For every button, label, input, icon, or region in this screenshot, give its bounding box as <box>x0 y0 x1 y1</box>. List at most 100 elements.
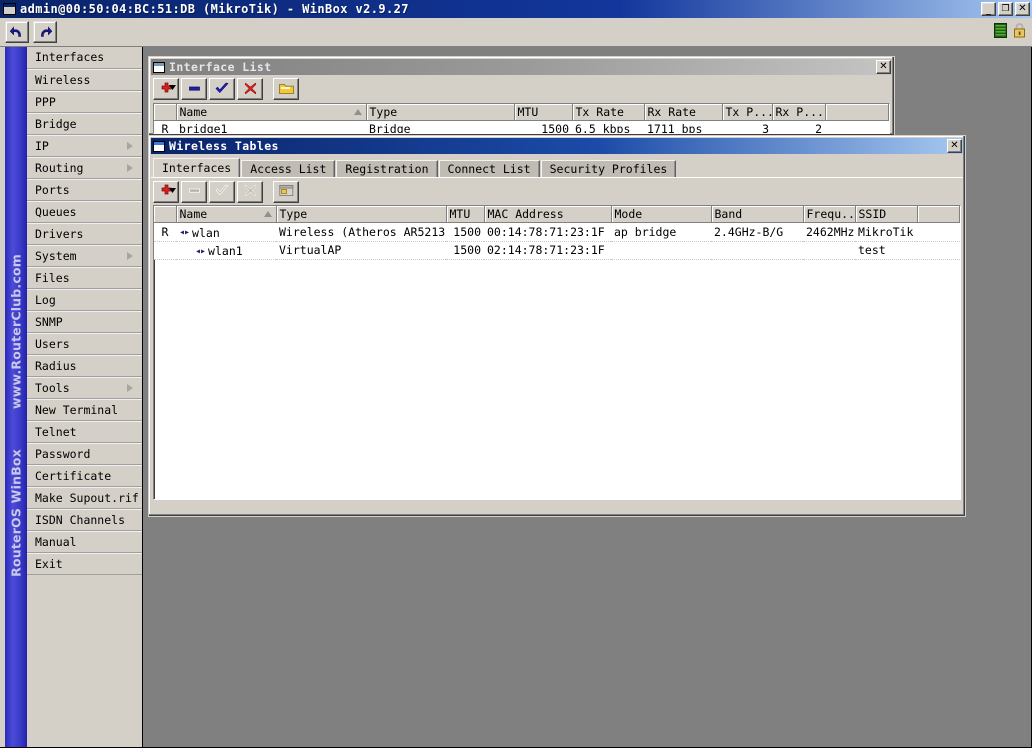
table-row[interactable]: R ◂▸ wlan Wireless (Atheros AR5213) 1500 00:1… <box>154 222 960 242</box>
submenu-arrow-icon <box>127 142 133 150</box>
interface-list-close-button[interactable]: ✕ <box>876 60 891 74</box>
tab-interfaces[interactable]: Interfaces <box>153 158 241 177</box>
sidebar-item-label: PPP <box>35 95 56 109</box>
wireless-tables-window[interactable]: Wireless Tables ✕ Interfaces Access List R… <box>148 135 966 517</box>
column-header-mtu[interactable]: MTU <box>446 206 485 223</box>
sidebar-item-routing[interactable]: Routing <box>27 157 142 179</box>
wireless-remove-button <box>181 180 207 203</box>
table-row[interactable]: ◂▸ wlan1 VirtualAP 1500 02:14:78:71:23:1F tes… <box>154 241 960 260</box>
sidebar-item-new-terminal[interactable]: New Terminal <box>27 399 142 421</box>
column-header-blank-0[interactable] <box>154 206 177 223</box>
interface-enable-button[interactable] <box>209 78 235 100</box>
sidebar-item-password[interactable]: Password <box>27 443 142 465</box>
sidebar-item-ports[interactable]: Ports <box>27 179 142 201</box>
row-name: ◂▸ wlan1 <box>176 241 276 260</box>
window-properties-icon <box>278 182 294 201</box>
interface-add-button[interactable] <box>153 78 179 100</box>
submenu-arrow-icon <box>127 252 133 260</box>
wireless-add-button[interactable] <box>153 180 179 203</box>
window-icon <box>153 61 165 73</box>
column-header-mtu[interactable]: MTU <box>514 104 573 121</box>
sidebar-item-ppp[interactable]: PPP <box>27 91 142 113</box>
sidebar-item-telnet[interactable]: Telnet <box>27 421 142 443</box>
sidebar-item-bridge[interactable]: Bridge <box>27 113 142 135</box>
sidebar-item-ip[interactable]: IP <box>27 135 142 157</box>
column-header-tx-p[interactable]: Tx P... <box>722 104 773 121</box>
sidebar-item-snmp[interactable]: SNMP <box>27 311 142 333</box>
column-header-mac-address[interactable]: MAC Address <box>484 206 612 223</box>
tab-security-profiles[interactable]: Security Profiles <box>540 160 677 177</box>
interface-list-body[interactable]: Rbridge1 Bridge 1500 6.5 kbps 1711 bps 3 2 <box>154 120 889 133</box>
column-header-blank-9[interactable] <box>917 206 960 223</box>
column-header-type[interactable]: Type <box>276 206 447 223</box>
branding-strip: www.RouterClub.com RouterOS WinBox <box>5 47 27 747</box>
column-header-blank-8[interactable] <box>825 104 889 121</box>
sidebar-item-label: Telnet <box>35 425 77 439</box>
sidebar-item-exit[interactable]: Exit <box>27 553 142 575</box>
sidebar-item-manual[interactable]: Manual <box>27 531 142 553</box>
close-button[interactable]: ✕ <box>1015 2 1030 16</box>
sidebar-item-make-supout-rif[interactable]: Make Supout.rif <box>27 487 142 509</box>
column-header-name[interactable]: Name <box>176 206 277 223</box>
sidebar-item-radius[interactable]: Radius <box>27 355 142 377</box>
row-spacer <box>917 241 960 260</box>
undo-button[interactable] <box>5 21 29 43</box>
tab-connect-list[interactable]: Connect List <box>438 160 540 177</box>
column-header-type[interactable]: Type <box>366 104 515 121</box>
sidebar-item-certificate[interactable]: Certificate <box>27 465 142 487</box>
interface-comment-button[interactable] <box>273 78 299 100</box>
row-flag <box>154 241 176 260</box>
column-header-band[interactable]: Band <box>711 206 804 223</box>
interface-list-title-bar[interactable]: Interface List ✕ <box>151 59 892 75</box>
interface-remove-button[interactable] <box>181 78 207 100</box>
column-header-tx-rate[interactable]: Tx Rate <box>572 104 645 121</box>
row-frequency <box>803 241 855 260</box>
sidebar-item-label: Make Supout.rif <box>35 491 139 505</box>
row-tx-rate: 6.5 kbps <box>572 120 644 133</box>
interface-list-window[interactable]: Interface List ✕ Name Type MTU Tx Rate R… <box>148 56 895 136</box>
sidebar-item-log[interactable]: Log <box>27 289 142 311</box>
column-header-ssid[interactable]: SSID <box>855 206 918 223</box>
sidebar-item-interfaces[interactable]: Interfaces <box>27 47 142 69</box>
wireless-table-header-row[interactable]: Name Type MTU MAC Address Mode Band Frequ...SS… <box>154 206 960 223</box>
minimize-button[interactable]: _ <box>981 2 996 16</box>
sidebar-item-system[interactable]: System <box>27 245 142 267</box>
row-spacer <box>917 222 960 242</box>
sidebar-item-wireless[interactable]: Wireless <box>27 69 142 91</box>
sidebar-item-label: Files <box>35 271 70 285</box>
sidebar-item-tools[interactable]: Tools <box>27 377 142 399</box>
wireless-tables-close-button[interactable]: ✕ <box>947 139 962 153</box>
interface-list-header-row[interactable]: Name Type MTU Tx Rate Rx Rate Tx P... Rx P... <box>154 104 889 121</box>
maximize-restore-button[interactable]: ❐ <box>998 2 1013 16</box>
wireless-table-body[interactable]: R ◂▸ wlan Wireless (Atheros AR5213) 1500 00:1… <box>154 222 960 260</box>
column-header-frequ[interactable]: Frequ... <box>803 206 856 223</box>
tab-registration[interactable]: Registration <box>336 160 438 177</box>
column-header-mode[interactable]: Mode <box>611 206 712 223</box>
sidebar-item-queues[interactable]: Queues <box>27 201 142 223</box>
column-header-name[interactable]: Name <box>176 104 367 121</box>
interface-disable-button[interactable] <box>237 78 263 100</box>
interface-list-table-container[interactable]: Name Type MTU Tx Rate Rx Rate Tx P... Rx P... … <box>153 103 890 134</box>
column-header-rx-rate[interactable]: Rx Rate <box>644 104 723 121</box>
window-controls: _ ❐ ✕ <box>981 2 1030 16</box>
submenu-arrow-icon <box>127 384 133 392</box>
row-name: ◂▸ wlan <box>176 222 276 242</box>
sidebar-item-label: SNMP <box>35 315 63 329</box>
tab-label: Security Profiles <box>549 162 668 176</box>
wireless-tables-title-bar[interactable]: Wireless Tables ✕ <box>151 138 963 154</box>
column-header-rx-p[interactable]: Rx P... <box>772 104 826 121</box>
column-header-label: MTU <box>449 207 471 221</box>
tab-access-list[interactable]: Access List <box>241 160 336 177</box>
redo-button[interactable] <box>33 21 57 43</box>
menu-list: Interfaces Wireless PPP Bridge IP Routing Port… <box>27 47 142 575</box>
wireless-enable-button <box>209 180 235 203</box>
row-rx-rate: 1711 bps <box>644 120 722 133</box>
row-flag: R <box>154 222 176 242</box>
column-header-blank-0[interactable] <box>154 104 177 121</box>
sidebar-item-files[interactable]: Files <box>27 267 142 289</box>
sidebar-item-drivers[interactable]: Drivers <box>27 223 142 245</box>
sidebar-item-isdn-channels[interactable]: ISDN Channels <box>27 509 142 531</box>
wireless-interfaces-table-container[interactable]: Name Type MTU MAC Address Mode Band Frequ...SS… <box>153 205 961 500</box>
table-row[interactable]: Rbridge1 Bridge 1500 6.5 kbps 1711 bps 3 2 <box>154 120 889 133</box>
sidebar-item-users[interactable]: Users <box>27 333 142 355</box>
